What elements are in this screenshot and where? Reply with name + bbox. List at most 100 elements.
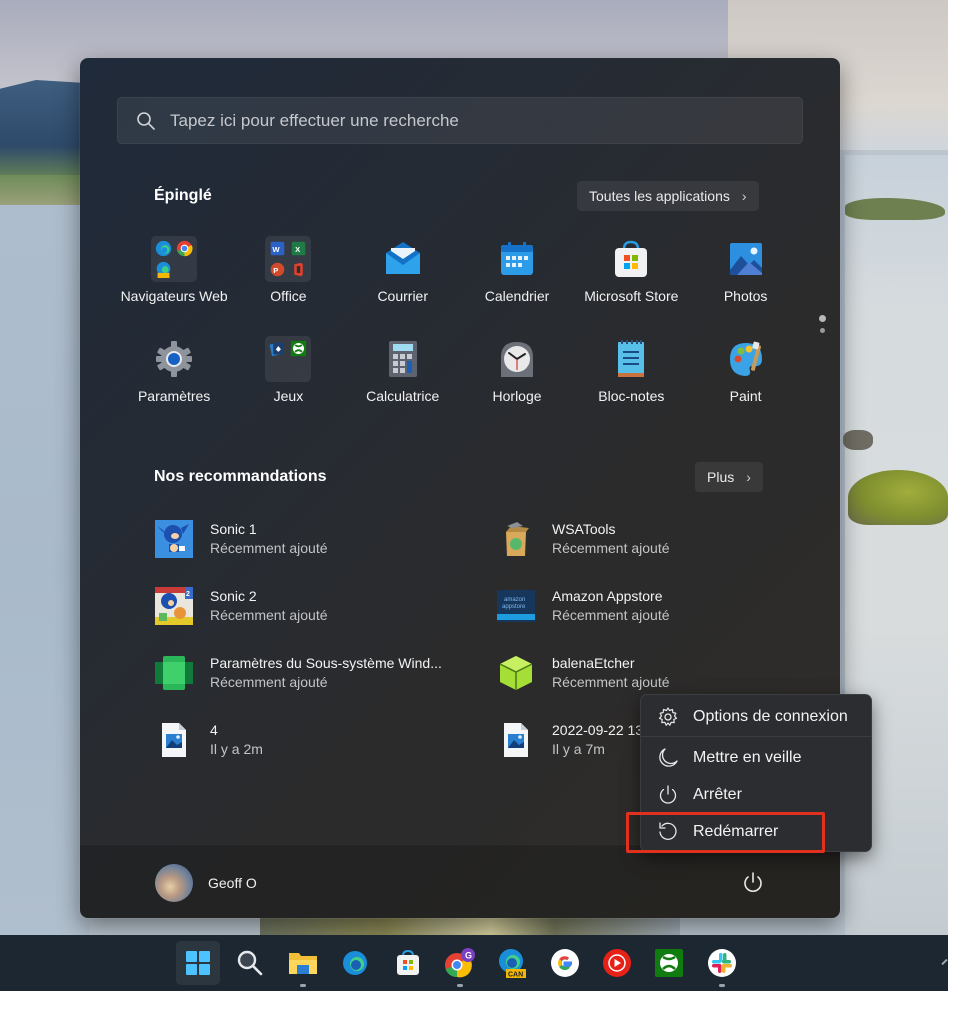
taskbar-edge[interactable] [333,941,377,985]
xbox-icon [655,949,683,977]
pinned-app-calculator[interactable]: Calculatrice [346,333,460,433]
amazon-appstore-icon: amazonappstore [497,590,535,622]
pinned-app-label: Microsoft Store [584,288,679,304]
windows-start-icon [186,951,210,975]
settings-gear-icon [156,341,193,377]
taskbar-edge-canary[interactable]: CAN [490,941,534,985]
pinned-title: Épinglé [154,187,212,204]
chrome-profile-badge: G [465,951,472,961]
svg-text:amazon: amazon [504,597,525,603]
recommendation-subtitle: Récemment ajouté [552,540,670,556]
pinned-app-browsers[interactable]: Navigateurs Web [117,233,231,333]
all-apps-button[interactable]: Toutes les applications › [577,181,759,211]
taskbar-file-explorer[interactable] [281,941,325,987]
pinned-app-label: Calendrier [484,288,550,304]
folder-icon [289,953,317,974]
all-apps-label: Toutes les applications [589,188,730,204]
recommendation-subtitle: Récemment ajouté [210,674,328,690]
pinned-app-label: Paint [729,388,762,404]
notepad-icon [618,340,645,377]
menu-item-sleep[interactable]: Mettre en veille [645,740,867,776]
taskbar-search-button[interactable] [228,941,272,985]
recommendation-subtitle: Récemment ajouté [210,607,328,623]
page-dot-active[interactable] [819,315,826,322]
taskbar-xbox[interactable] [647,941,691,985]
page-dot[interactable] [820,328,825,333]
menu-item-shutdown[interactable]: Arrêter [645,777,867,813]
recommendation-subtitle: Il y a 7m [552,741,605,757]
pinned-app-mail[interactable]: Courrier [346,233,460,333]
wsa-settings-icon [155,656,193,690]
recommendation-item[interactable]: amazon appstore Amazon Appstore Récemment … [496,582,816,630]
pinned-app-office[interactable]: W X P Office [231,233,345,333]
taskbar-google[interactable] [543,941,587,985]
more-label: Plus [707,469,735,485]
recommendation-item[interactable]: 4 Il y a 2m [154,716,474,764]
clock-icon [501,342,534,377]
start-search-box[interactable] [117,97,803,144]
more-button[interactable]: Plus › [695,462,763,492]
menu-item-sign-in-options[interactable]: Options de connexion [645,699,867,735]
pinned-app-label: Courrier [377,288,429,304]
taskbar-slack[interactable] [700,941,744,987]
recommendation-item[interactable]: WSATools Récemment ajouté [496,515,816,563]
balena-etcher-icon [499,656,533,690]
pinned-app-label: Navigateurs Web [120,288,228,304]
menu-item-restart[interactable]: Redémarrer [645,814,867,850]
pinned-apps-grid: Navigateurs Web W X P Office Courrier Ca… [117,233,803,433]
recommendation-name: Sonic 1 [210,521,257,537]
pinned-app-store[interactable]: Microsoft Store [574,233,688,333]
games-folder-icon [265,336,312,382]
pinned-page-indicator[interactable] [819,315,826,333]
menu-item-label: Mettre en veille [693,749,802,766]
taskbar-chrome[interactable]: G [438,941,482,987]
recommendation-item[interactable]: 2 Sonic 2 Récemment ajouté [154,582,474,630]
recommendation-item[interactable]: balenaEtcher Récemment ajouté [496,649,816,697]
pinned-app-settings[interactable]: Paramètres [117,333,231,433]
pinned-app-clock[interactable]: Horloge [460,333,574,433]
pinned-app-paint[interactable]: Paint [688,333,802,433]
menu-item-label: Arrêter [693,786,742,803]
svg-text:2: 2 [186,591,190,598]
wsatools-icon [506,522,529,556]
power-icon[interactable] [740,870,766,896]
pinned-app-label: Photos [723,288,768,304]
running-indicator [457,984,463,987]
pinned-app-notepad[interactable]: Bloc-notes [574,333,688,433]
pinned-app-label: Jeux [273,388,304,404]
svg-text:W: W [273,245,281,254]
recommendation-name: Amazon Appstore [552,588,663,604]
taskbar-store[interactable] [386,941,430,985]
pinned-app-photos[interactable]: Photos [688,233,802,333]
svg-text:appstore: appstore [502,604,526,610]
calculator-icon [388,341,417,377]
running-indicator [300,984,306,987]
recommendation-name: 2022-09-22 13 [552,722,644,738]
pinned-app-games[interactable]: Jeux [231,333,345,433]
recommendation-item[interactable]: Paramètres du Sous-système Wind... Récemm… [154,649,474,697]
menu-item-label: Redémarrer [693,823,779,840]
store-icon [397,949,419,975]
recommendation-item[interactable]: Sonic 1 Récemment ajouté [154,515,474,563]
wallpaper-mountain [0,80,90,190]
pinned-app-label: Paramètres [137,388,211,404]
taskbar-youtube-music[interactable] [595,941,639,985]
pinned-app-label: Office [270,288,307,304]
user-account-button[interactable]: Geoff O [155,864,257,902]
svg-text:X: X [296,245,302,254]
search-input[interactable] [170,110,770,131]
svg-text:P: P [274,266,279,275]
recommendations-title: Nos recommandations [154,468,327,485]
recommendation-subtitle: Récemment ajouté [552,607,670,623]
slack-icon [708,949,736,977]
calendar-icon [501,242,534,275]
search-icon [137,111,155,130]
wallpaper-water-left [0,205,90,935]
taskbar-start-button[interactable] [176,941,220,985]
canary-badge: CAN [508,972,523,979]
pinned-app-calendar[interactable]: Calendrier [460,233,574,333]
browsers-folder-icon [151,236,198,282]
chevron-right-icon: › [746,469,751,485]
start-footer: Geoff O [80,844,840,918]
chrome-icon: G [445,948,475,978]
